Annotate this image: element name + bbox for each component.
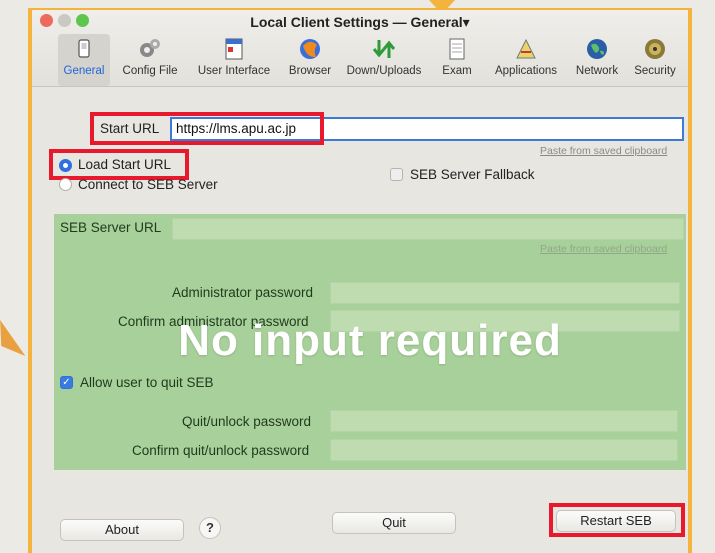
confirm-quit-password-input[interactable]	[330, 439, 678, 461]
connect-seb-server-radio[interactable]	[59, 178, 72, 191]
quit-password-label: Quit/unlock password	[182, 414, 312, 429]
seb-server-url-label: SEB Server URL	[60, 220, 162, 235]
tab-down-uploads[interactable]: Down/Uploads	[342, 34, 426, 86]
allow-quit-checkbox[interactable]: ✓	[60, 376, 73, 389]
tab-config-file[interactable]: Config File	[116, 34, 184, 86]
security-icon	[645, 39, 665, 59]
server-paste-clipboard-link[interactable]: Paste from saved clipboard	[540, 243, 667, 255]
tab-exam[interactable]: Exam	[434, 34, 480, 86]
seb-server-fallback-label: SEB Server Fallback	[410, 167, 535, 182]
quit-button[interactable]: Quit	[332, 512, 456, 534]
tab-browser[interactable]: Browser	[284, 34, 336, 86]
about-button[interactable]: About	[60, 519, 184, 541]
orange-pointer-left	[0, 319, 26, 365]
quit-password-input[interactable]	[330, 410, 678, 432]
exam-icon	[449, 38, 465, 60]
help-button[interactable]: ?	[199, 517, 221, 539]
user-interface-icon	[225, 38, 243, 60]
general-pane: Start URL https://lms.apu.ac.jp Paste fr…	[32, 87, 688, 553]
seb-server-fallback-checkbox[interactable]	[390, 168, 403, 181]
tab-applications[interactable]: Applications	[490, 34, 562, 86]
seb-server-section: SEB Server URL Paste from saved clipboar…	[54, 214, 686, 470]
network-icon	[587, 39, 607, 59]
tab-security[interactable]: Security	[628, 34, 682, 86]
seb-server-url-input[interactable]	[172, 218, 684, 240]
settings-window: Local Client Settings — General▾ General…	[32, 10, 688, 553]
tab-user-interface[interactable]: User Interface	[192, 34, 276, 86]
connect-seb-server-label: Connect to SEB Server	[78, 177, 218, 192]
allow-quit-label: Allow user to quit SEB	[80, 375, 214, 390]
confirm-quit-password-label: Confirm quit/unlock password	[132, 443, 310, 458]
applications-icon	[516, 38, 536, 59]
tab-general[interactable]: General	[58, 34, 110, 86]
general-icon	[78, 39, 90, 58]
title-bar: Local Client Settings — General▾ General…	[32, 10, 688, 87]
start-url-highlight	[90, 112, 324, 145]
tab-network[interactable]: Network	[570, 34, 624, 86]
paste-clipboard-link[interactable]: Paste from saved clipboard	[540, 145, 667, 157]
down-uploads-icon	[372, 40, 396, 58]
load-start-url-highlight	[49, 149, 189, 180]
admin-password-label: Administrator password	[172, 285, 314, 300]
window-title: Local Client Settings — General▾	[250, 14, 470, 30]
no-input-overlay: No input required	[178, 316, 562, 365]
restart-seb-highlight	[549, 503, 685, 537]
config-file-icon	[140, 39, 160, 57]
browser-icon	[300, 39, 320, 59]
admin-password-input[interactable]	[330, 282, 680, 304]
